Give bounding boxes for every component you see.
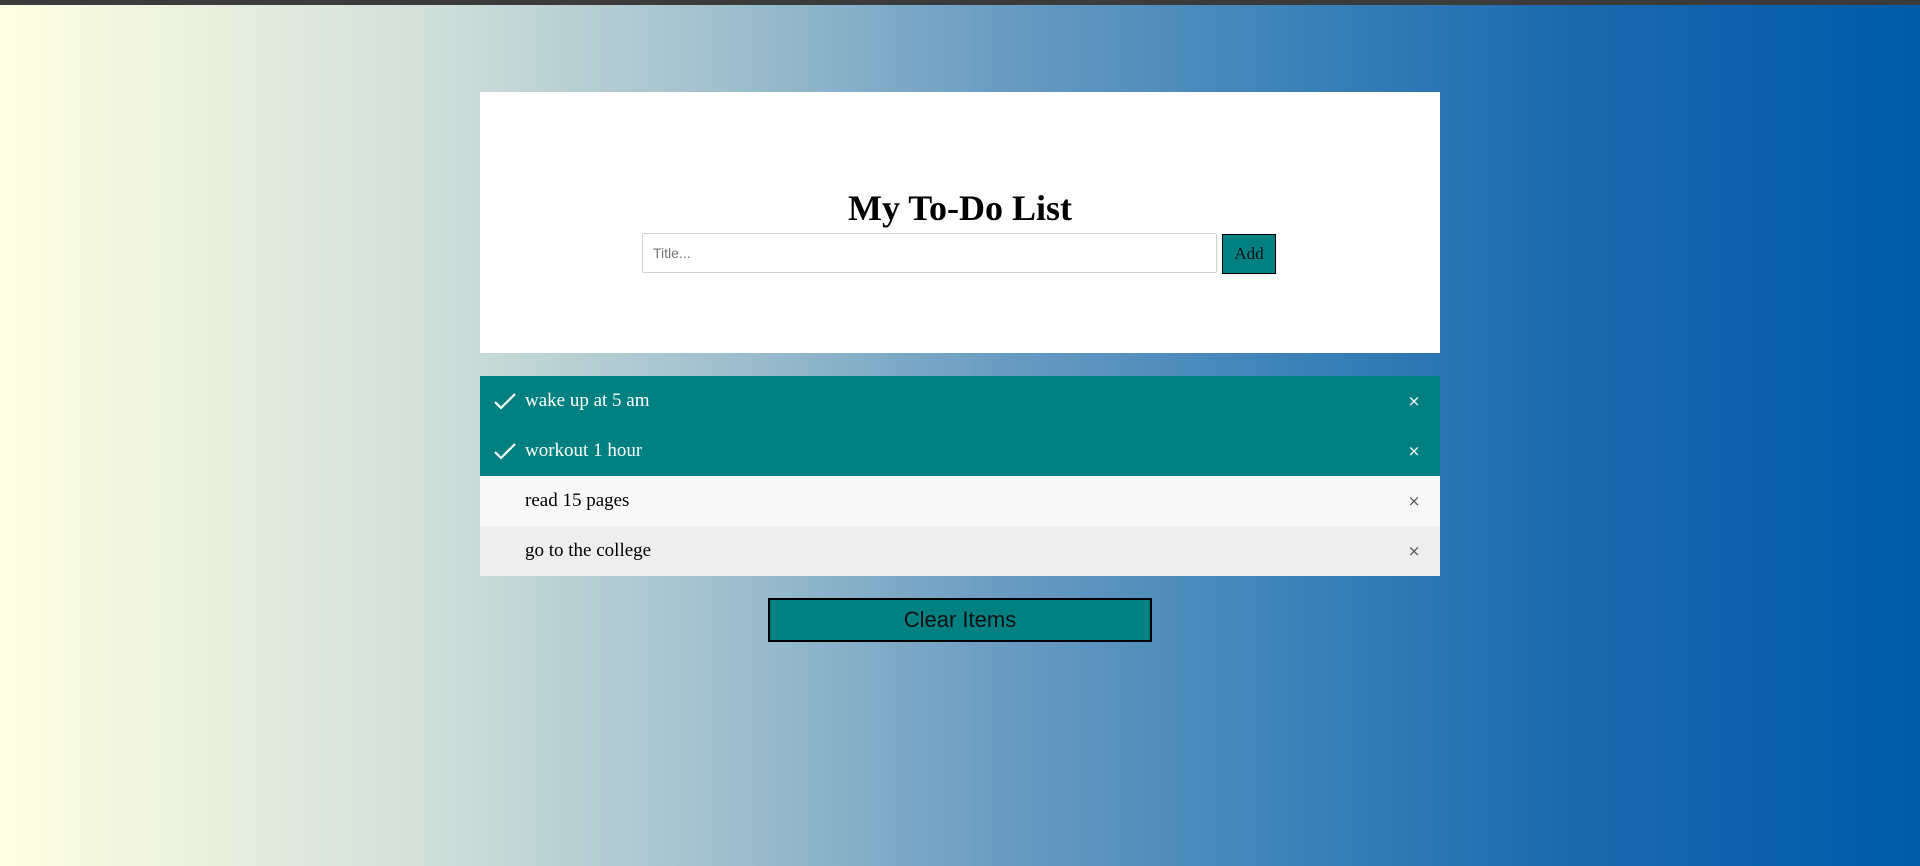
close-icon[interactable]: × [1402,376,1426,426]
todo-item[interactable]: read 15 pages × [480,476,1440,526]
page-title: My To-Do List [847,188,1073,228]
todo-list: wake up at 5 am × workout 1 hour × read … [480,376,1440,576]
window-top-strip [0,0,1920,5]
close-icon[interactable]: × [1402,526,1426,576]
todo-item-label: workout 1 hour [525,440,643,461]
close-icon[interactable]: × [1402,426,1426,476]
check-icon [494,393,516,410]
add-button[interactable]: Add [1222,234,1276,274]
clear-items-button[interactable]: Clear Items [768,598,1152,642]
todo-item[interactable]: workout 1 hour × [480,426,1440,476]
todo-item-label: go to the college [525,540,652,561]
todo-item[interactable]: wake up at 5 am × [480,376,1440,426]
title-input[interactable] [642,233,1217,273]
header-card: My To-Do List Add [480,92,1440,353]
close-icon[interactable]: × [1402,476,1426,526]
todo-item-label: wake up at 5 am [525,390,650,411]
input-row: Add [642,233,1276,274]
check-icon [494,443,516,460]
todo-item-label: read 15 pages [525,490,630,511]
todo-item[interactable]: go to the college × [480,526,1440,576]
